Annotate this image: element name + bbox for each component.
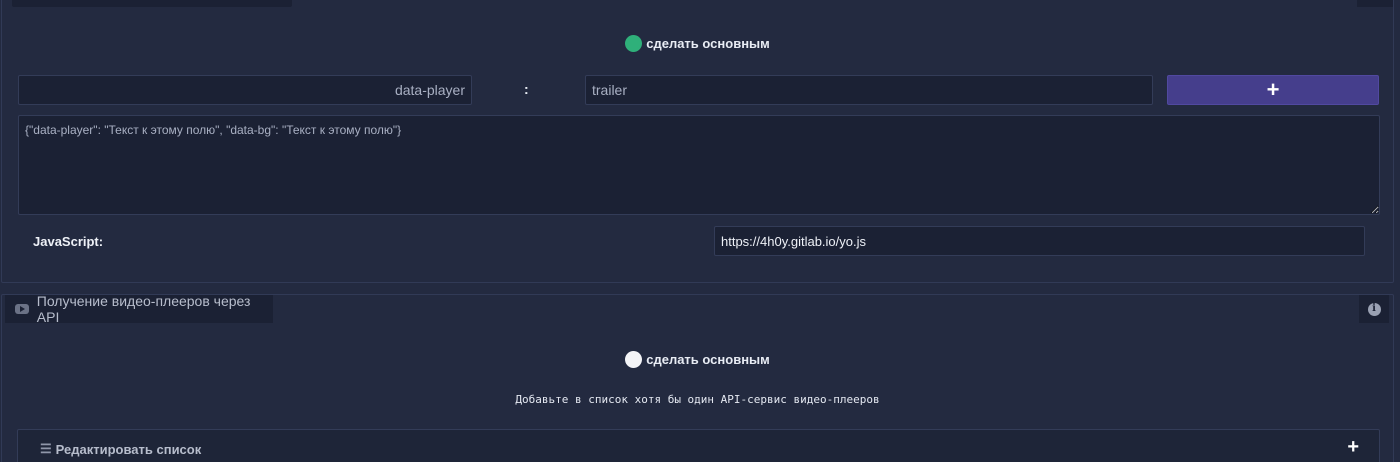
empty-list-hint: Добавьте в список хотя бы один API-серви… bbox=[515, 393, 880, 406]
attribute-key-input[interactable] bbox=[18, 75, 472, 105]
status-dot-icon[interactable] bbox=[625, 35, 643, 52]
attribute-value-input[interactable] bbox=[585, 75, 1153, 105]
add-attribute-button[interactable]: + bbox=[1167, 75, 1379, 105]
status-dot-icon[interactable] bbox=[625, 351, 643, 368]
edit-list-button[interactable]: ☰ Редактировать список bbox=[40, 441, 201, 457]
make-main-toggle-api[interactable]: сделать основным bbox=[2, 351, 1393, 368]
make-main-label: сделать основным bbox=[646, 36, 770, 51]
info-button[interactable]: i bbox=[1359, 295, 1389, 323]
add-service-button[interactable]: + bbox=[1347, 436, 1359, 459]
attributes-json-textarea[interactable]: {"data-player": "Текст к этому полю", "d… bbox=[18, 115, 1380, 215]
make-main-label: сделать основным bbox=[646, 352, 770, 367]
javascript-label: JavaScript: bbox=[33, 234, 104, 249]
panel-tab-api-players[interactable]: Получение видео-плееров через API bbox=[5, 293, 273, 325]
youtube-icon bbox=[15, 304, 29, 314]
api-players-panel: Получение видео-плееров через API i сдел… bbox=[1, 293, 1394, 462]
panel-info-stub bbox=[1357, 0, 1393, 7]
javascript-url-input[interactable] bbox=[714, 226, 1365, 256]
list-icon: ☰ bbox=[40, 441, 52, 456]
info-icon: i bbox=[1367, 302, 1381, 316]
panel-tab-label: Получение видео-плееров через API bbox=[36, 293, 251, 325]
panel-tab-header bbox=[12, 0, 292, 7]
make-main-toggle[interactable]: сделать основным bbox=[2, 35, 1393, 52]
custom-player-panel: сделать основным : + {"data-player": "Те… bbox=[1, 0, 1394, 283]
settings-page: сделать основным : + {"data-player": "Те… bbox=[0, 0, 1400, 462]
edit-list-label: Редактировать список bbox=[55, 441, 202, 457]
edit-list-bar[interactable]: ☰ Редактировать список + bbox=[17, 429, 1380, 462]
key-value-separator: : bbox=[524, 81, 529, 97]
